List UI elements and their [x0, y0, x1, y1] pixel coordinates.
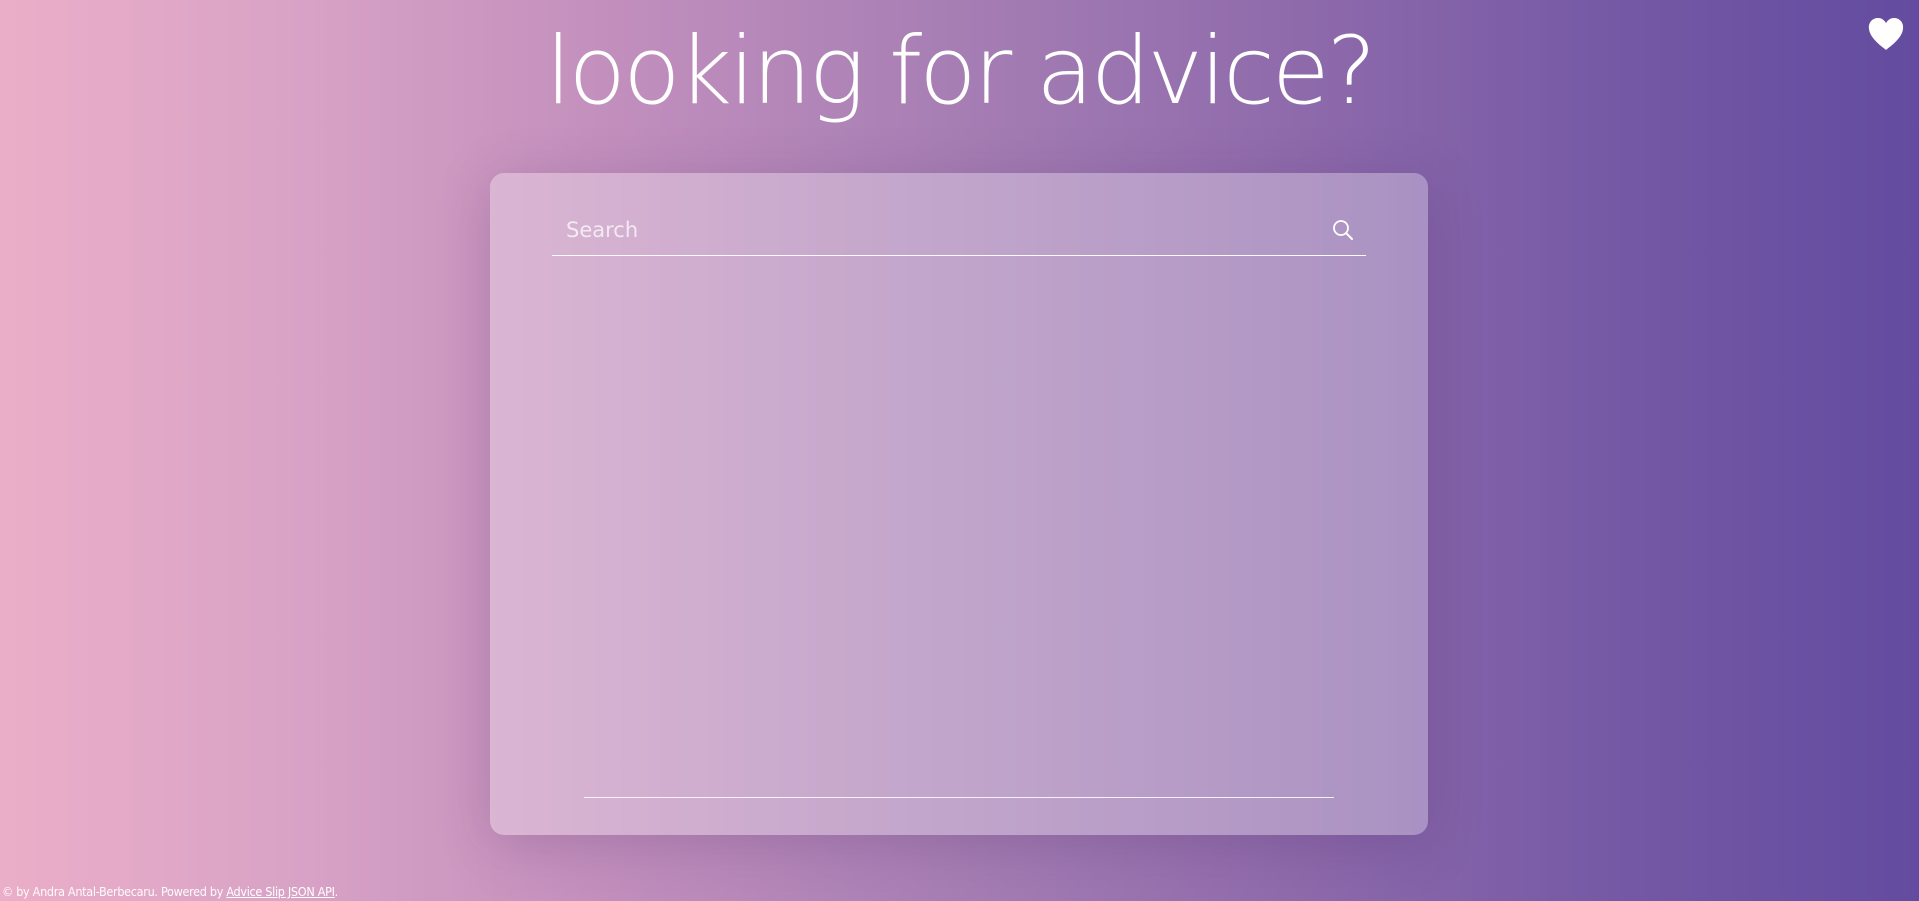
advice-card	[490, 173, 1428, 835]
footer-credit: © by Andra Antal-Berbecaru. Powered by	[2, 884, 227, 899]
search-button[interactable]	[1330, 217, 1356, 243]
search-input[interactable]	[552, 207, 1312, 253]
search-icon	[1333, 220, 1353, 240]
api-link[interactable]: Advice Slip JSON API	[226, 884, 335, 899]
footer-end: .	[334, 884, 339, 899]
page-title: looking for advice?	[545, 17, 1376, 126]
search-bar	[552, 207, 1366, 256]
footer: © by Andra Antal-Berbecaru. Powered by A…	[2, 884, 338, 899]
advice-results	[584, 293, 1334, 753]
page: { "header": { "title": "looking for advi…	[0, 0, 1919, 901]
divider	[584, 797, 1334, 798]
